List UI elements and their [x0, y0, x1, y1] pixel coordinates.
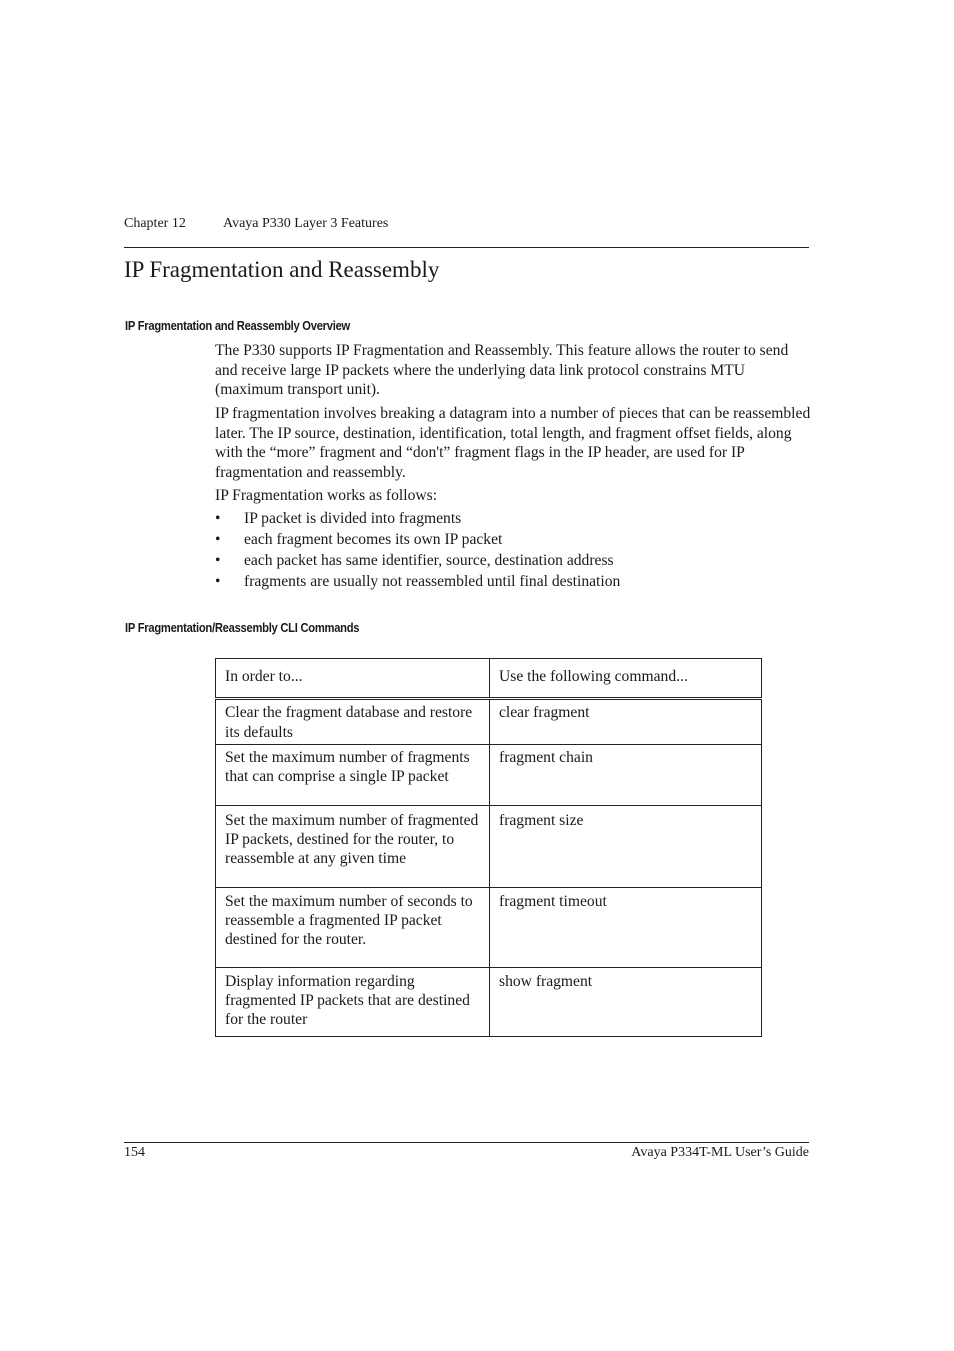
- page-title: IP Fragmentation and Reassembly: [124, 257, 440, 282]
- guide-title: Avaya P334T-ML User’s Guide: [631, 1145, 809, 1160]
- command-cell: fragment timeout: [489, 886, 762, 968]
- command-cell: fragment chain: [489, 743, 762, 806]
- list-item: • IP packet is divided into fragments: [215, 510, 462, 527]
- header-rule: [124, 247, 809, 248]
- column-header-purpose: In order to...: [215, 657, 490, 701]
- overview-paragraph-3: IP Fragmentation works as follows:: [215, 487, 438, 504]
- table-row: Display information regarding fragmented…: [215, 966, 762, 1037]
- purpose-cell: Set the maximum number of fragments that…: [215, 743, 490, 806]
- table-row: Set the maximum number of fragmented IP …: [215, 804, 762, 888]
- command-cell: show fragment: [489, 966, 762, 1037]
- overview-heading: IP Fragmentation and Reassembly Overview: [125, 318, 350, 333]
- purpose-cell: Clear the fragment database and restore …: [215, 698, 490, 745]
- bullet-icon: •: [215, 531, 221, 548]
- overview-paragraph-2: IP fragmentation involves breaking a dat…: [215, 405, 811, 481]
- bullet-icon: •: [215, 552, 221, 569]
- footer-rule: [124, 1142, 809, 1143]
- table-row: Set the maximum number of fragments that…: [215, 743, 762, 806]
- list-item: • each fragment becomes its own IP packet: [215, 531, 503, 548]
- page-number: 154: [124, 1145, 145, 1160]
- cli-commands-table: In order to... Use the following command…: [215, 657, 762, 1037]
- list-item: • each packet has same identifier, source…: [215, 552, 614, 569]
- purpose-cell: Set the maximum number of fragmented IP …: [215, 804, 490, 888]
- bullet-icon: •: [215, 573, 221, 590]
- bullet-icon: •: [215, 510, 221, 527]
- table-row: Set the maximum number of seconds to rea…: [215, 886, 762, 968]
- table-row: Clear the fragment database and restore …: [215, 698, 762, 745]
- cli-commands-heading: IP Fragmentation/Reassembly CLI Commands: [125, 620, 360, 635]
- fragmentation-steps-list: • IP packet is divided into fragments • ea…: [215, 508, 620, 592]
- chapter-number: Chapter 12: [124, 216, 186, 231]
- command-cell: fragment size: [489, 804, 762, 888]
- table-header-row: In order to... Use the following command…: [215, 657, 762, 701]
- running-header: Chapter 12 Avaya P330 Layer 3 Features: [124, 216, 809, 232]
- overview-paragraph-1: The P330 supports IP Fragmentation and R…: [215, 342, 789, 398]
- chapter-title: Avaya P330 Layer 3 Features: [223, 216, 389, 231]
- purpose-cell: Set the maximum number of seconds to rea…: [215, 886, 490, 968]
- column-header-command: Use the following command...: [489, 657, 762, 701]
- command-cell: clear fragment: [489, 698, 762, 745]
- list-item: • fragments are usually not reassembled u…: [215, 573, 621, 590]
- purpose-cell: Display information regarding fragmented…: [215, 966, 490, 1037]
